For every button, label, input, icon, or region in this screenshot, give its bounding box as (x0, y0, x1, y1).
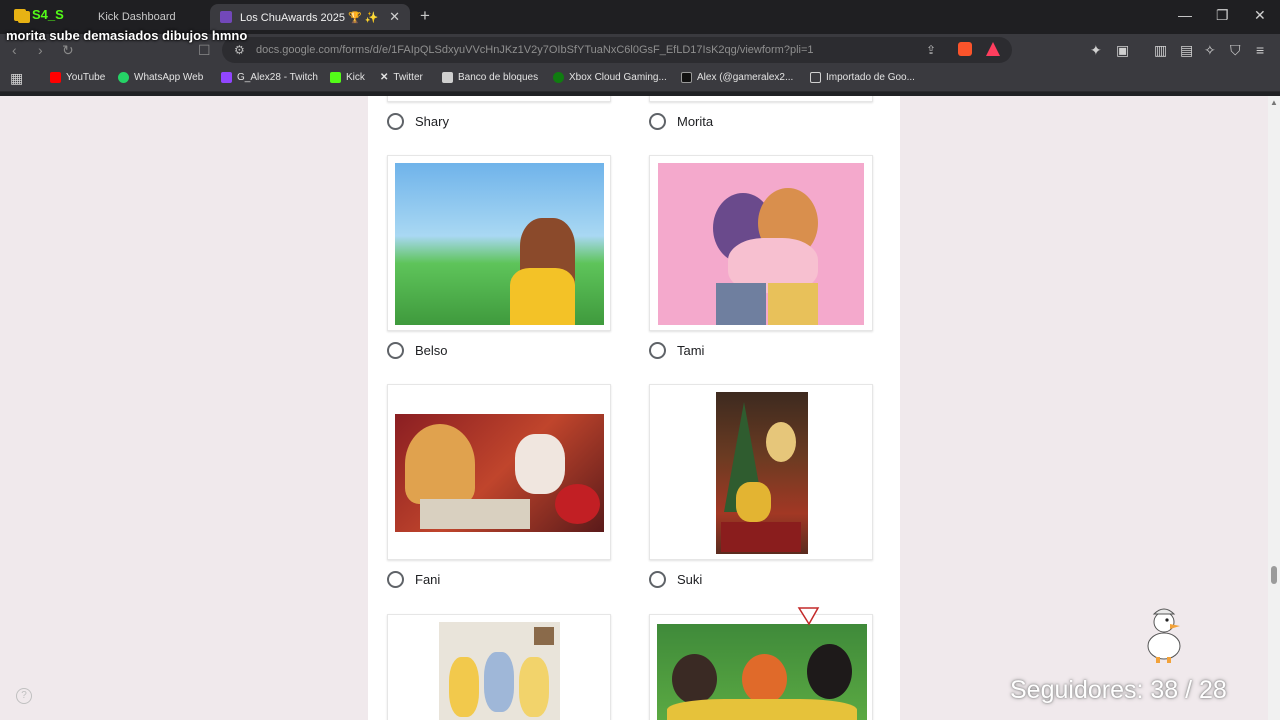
option-label: Suki (677, 572, 703, 587)
stream-badge: S4_S (14, 7, 64, 22)
whatsapp-icon (118, 72, 129, 83)
option-label: Shary (415, 114, 449, 129)
option-image-morita (649, 96, 873, 102)
page-scrollbar[interactable]: ▲ (1268, 96, 1280, 720)
youtube-icon (50, 72, 61, 83)
twitch-icon (221, 72, 232, 83)
reload-icon[interactable]: ↻ (62, 42, 74, 59)
radio-button[interactable] (387, 342, 404, 359)
folder-icon (810, 72, 821, 83)
url-text: docs.google.com/forms/d/e/1FAIpQLSdxyuVV… (256, 44, 814, 56)
tab-label: Kick Dashboard (98, 11, 176, 23)
vpn-icon[interactable]: ⛉ (1230, 42, 1241, 59)
option-image-belso (387, 155, 611, 331)
option-label: Morita (677, 114, 714, 129)
close-tab-icon[interactable]: ✕ (389, 9, 400, 25)
scrollbar-thumb[interactable] (1271, 566, 1277, 584)
restore-icon[interactable]: ❐ (1216, 7, 1229, 24)
stream-badge-label: S4_S (32, 7, 64, 22)
scroll-up-arrow-icon[interactable]: ▲ (1270, 98, 1278, 107)
tab-chuawards[interactable]: Los ChuAwards 2025 🏆 ✨ ✕ (210, 4, 410, 30)
option-shary[interactable]: Shary (387, 113, 449, 130)
site-info-icon[interactable]: ⚙ (234, 43, 245, 57)
google-forms-favicon-icon (220, 11, 232, 23)
option-label: Belso (415, 343, 448, 358)
bookmark-youtube[interactable]: YouTube (50, 72, 105, 83)
option-image-shary (387, 96, 611, 102)
option-fani[interactable]: Fani (387, 571, 440, 588)
bookmark-folder-importado[interactable]: Importado de Goo... (810, 72, 915, 83)
option-tami[interactable]: Tami (649, 342, 704, 359)
address-bar[interactable]: ⚙ docs.google.com/forms/d/e/1FAIpQLSdxyu… (222, 37, 1012, 63)
share-icon[interactable]: ⇪ (926, 43, 936, 57)
page-viewport: Shary Morita Belso Tami Fani Suki (0, 96, 1268, 720)
artwork-suki (716, 392, 808, 554)
option-image-next-right (649, 614, 873, 720)
bookmarks-bar: YouTube WhatsApp Web G_Alex28 - Twitch K… (0, 66, 1280, 92)
xbox-icon (553, 72, 564, 83)
option-image-tami (649, 155, 873, 331)
artwork-tami (658, 163, 864, 325)
option-image-fani (387, 384, 611, 560)
artwork-belso (395, 163, 604, 325)
bookmark-xbox[interactable]: Xbox Cloud Gaming... (553, 72, 667, 83)
option-suki[interactable]: Suki (649, 571, 702, 588)
artwork-next-left (439, 622, 560, 720)
stream-title: morita sube demasiados dibujos hmno (6, 28, 248, 43)
radio-button[interactable] (649, 571, 666, 588)
bookmark-twitter[interactable]: ✕ Twitter (380, 72, 423, 83)
forward-icon[interactable]: › (38, 42, 43, 58)
leo-ai-icon[interactable]: ✧ (1204, 42, 1216, 59)
bookmark-twitch[interactable]: G_Alex28 - Twitch (221, 72, 318, 83)
option-label: Tami (677, 343, 705, 358)
block-icon (442, 72, 453, 83)
help-icon[interactable]: ? (16, 688, 32, 704)
option-image-next-left (387, 614, 611, 720)
extensions-icon[interactable]: ✦ (1090, 42, 1102, 59)
new-tab-icon[interactable]: + (420, 6, 430, 26)
option-belso[interactable]: Belso (387, 342, 448, 359)
wallet-icon[interactable]: ▤ (1180, 42, 1193, 59)
menu-icon[interactable]: ≡ (1256, 42, 1264, 58)
bookmark-banco-bloques[interactable]: Banco de bloques (442, 72, 538, 83)
radio-button[interactable] (387, 571, 404, 588)
window-close-icon[interactable]: ✕ (1254, 7, 1266, 24)
tiktok-icon (681, 72, 692, 83)
minimize-icon[interactable]: — (1178, 7, 1192, 23)
radio-button[interactable] (387, 113, 404, 130)
bookmark-tiktok[interactable]: Alex (@gameralex2... (681, 72, 793, 83)
artwork-fani (395, 414, 604, 532)
screenshot-icon[interactable]: ▣ (1116, 42, 1129, 59)
sidebar-icon[interactable]: ▥ (1154, 42, 1167, 59)
crown-icon (14, 8, 26, 21)
kick-icon (330, 72, 341, 83)
duck-mascot-icon (1147, 608, 1181, 663)
back-icon[interactable]: ‹ (12, 42, 17, 58)
option-morita[interactable]: Morita (649, 113, 713, 130)
bookmark-whatsapp[interactable]: WhatsApp Web (118, 72, 203, 83)
followers-goal-counter: Seguidores: 38 / 28 (1010, 676, 1227, 704)
option-image-suki (649, 384, 873, 560)
artwork-next-right (657, 624, 867, 720)
brave-shields-icon[interactable] (958, 42, 972, 56)
bookmark-kick[interactable]: Kick (330, 72, 365, 83)
bookmark-icon[interactable]: ☐ (198, 42, 211, 59)
radio-button[interactable] (649, 342, 666, 359)
x-logo-icon: ✕ (380, 72, 389, 83)
tab-label: Los ChuAwards 2025 🏆 ✨ (240, 11, 379, 24)
apps-grid-icon[interactable]: ▦ (10, 70, 23, 87)
pointer-cursor-icon (797, 607, 820, 626)
option-label: Fani (415, 572, 441, 587)
radio-button[interactable] (649, 113, 666, 130)
